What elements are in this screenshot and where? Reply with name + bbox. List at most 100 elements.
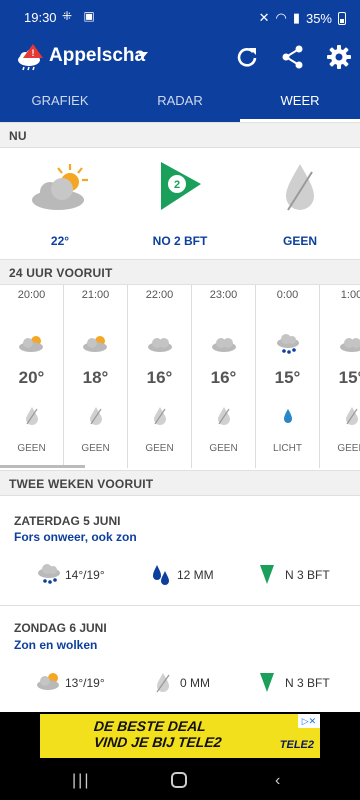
hour-precipitation: LICHT [273, 443, 302, 454]
current-weather: 22° 2 NO 2 BFT GEEN [0, 148, 360, 258]
day-summary-row: 14°/19° 12 MM N 3 BFT [0, 563, 360, 587]
status-bar: 19:30 ⁜ ▣ ✕ ◠ ▮ 35% [0, 0, 360, 36]
rain-drop-icon [284, 409, 292, 423]
hour-precipitation: GEEN [337, 443, 360, 454]
hour-precipitation: GEEN [17, 443, 46, 454]
hour-temperature: 16° [146, 368, 173, 387]
section-two-weeks-header: TWEE WEKEN VOORUIT [0, 470, 360, 496]
tab-radar[interactable]: RADAR [120, 80, 240, 122]
hour-temperature: 18° [82, 368, 109, 387]
day-name: ZONDAG 6 JUNI [14, 621, 107, 635]
wind-force-value: 2 [174, 179, 180, 191]
refresh-icon[interactable] [234, 44, 260, 70]
hour-precipitation: GEEN [145, 443, 174, 454]
day-precipitation: 0 MM [180, 676, 210, 690]
wind-direction-icon [260, 673, 274, 692]
section-title: 24 UUR VOORUIT [9, 266, 113, 280]
hourly-item: 20:00 20° GEEN [0, 285, 64, 468]
hourly-item: 22:00 16° GEEN [128, 285, 192, 468]
ad-headline-2: VIND JE BIJ TELE2 [93, 734, 223, 750]
chevron-down-icon[interactable] [138, 52, 148, 58]
app-bar: ! Appelscha [0, 36, 360, 80]
hourly-item: 21:00 18° GEEN [64, 285, 128, 468]
current-wind-block: 2 NO 2 BFT [120, 148, 240, 258]
ad-headline-1: DE BESTE DEAL [93, 718, 207, 734]
signal-icon: ▮ [292, 10, 300, 25]
settings-gear-icon[interactable] [326, 44, 352, 70]
day-name: ZATERDAG 5 JUNI [14, 514, 121, 528]
partly-cloudy-icon [83, 336, 107, 352]
day-forecast-item[interactable]: ZATERDAG 5 JUNI Fors onweer, ook zon 14°… [0, 497, 360, 605]
hour-time: 21:00 [81, 289, 110, 301]
section-hourly-header: 24 UUR VOORUIT [0, 259, 360, 285]
home-icon[interactable] [170, 771, 188, 789]
hour-temperature: 15° [274, 368, 301, 387]
hourly-item: 0:00 15° LICHT [256, 285, 320, 468]
svg-text:!: ! [32, 48, 35, 58]
wind-direction-icon: 2 [161, 162, 201, 210]
section-title: NU [9, 129, 27, 143]
day-description: Fors onweer, ook zon [14, 530, 137, 544]
battery-percent: 35% [305, 10, 332, 26]
ad-banner-container: DE BESTE DEAL VIND JE BIJ TELE2 TELE2 ▷✕ [0, 712, 360, 762]
back-icon[interactable]: ‹ [275, 772, 280, 790]
battery-icon [338, 11, 346, 25]
day-description: Zon en wolken [14, 638, 98, 652]
share-icon[interactable] [280, 44, 306, 70]
rain-cloud-icon [38, 564, 60, 584]
partly-cloudy-icon [19, 336, 43, 352]
day-wind: N 3 BFT [285, 568, 330, 582]
hour-precipitation: GEEN [81, 443, 110, 454]
ad-close-icon[interactable]: ▷✕ [298, 714, 320, 728]
hour-time: 1:00 [340, 289, 360, 301]
cloudy-icon [340, 338, 360, 352]
hour-temperature: 20° [18, 368, 45, 387]
current-precip-block: GEEN [240, 148, 360, 258]
section-title: TWEE WEKEN VOORUIT [9, 477, 154, 491]
weather-warning-icon: ! [18, 44, 43, 71]
rain-cloud-icon [277, 334, 299, 354]
system-nav-bar: ||| ‹ [0, 762, 360, 800]
recent-apps-icon[interactable]: ||| [72, 772, 90, 790]
no-rain-drop-icon [218, 407, 230, 425]
ad-banner[interactable]: DE BESTE DEAL VIND JE BIJ TELE2 TELE2 ▷✕ [40, 714, 320, 758]
day-temperature-range: 14°/19° [65, 568, 105, 582]
day-summary-row: 13°/19° 0 MM N 3 BFT [0, 671, 360, 695]
day-temperature-range: 13°/19° [65, 676, 105, 690]
no-rain-drop-icon [154, 407, 166, 425]
cloudy-icon [148, 338, 172, 352]
heavy-rain-icon [153, 565, 169, 585]
current-wind: NO 2 BFT [152, 234, 208, 248]
ad-brand: TELE2 [279, 739, 314, 751]
status-time: 19:30 [24, 10, 57, 25]
section-now-header: NU [0, 122, 360, 148]
no-rain-drop-icon [286, 164, 314, 211]
partly-cloudy-icon [37, 673, 59, 690]
hour-temperature: 16° [210, 368, 237, 387]
day-precipitation: 12 MM [177, 568, 214, 582]
cloudy-icon [212, 338, 236, 352]
tab-grafiek[interactable]: GRAFIEK [0, 80, 120, 122]
no-rain-drop-icon [90, 407, 102, 425]
hour-temperature: 15° [338, 368, 360, 387]
hourly-item: 1:00 15° GEEN [320, 285, 360, 468]
day-forecast-item[interactable]: ZONDAG 6 JUNI Zon en wolken 13°/19° 0 MM… [0, 606, 360, 711]
no-rain-drop-icon [156, 673, 170, 693]
hour-time: 20:00 [17, 289, 46, 301]
day-wind: N 3 BFT [285, 676, 330, 690]
hour-time: 22:00 [145, 289, 174, 301]
current-temperature: 22° [50, 234, 70, 248]
tab-bar: GRAFIEK RADAR WEER [0, 80, 360, 122]
hour-time: 0:00 [276, 289, 299, 301]
current-temperature-block: 22° [0, 148, 120, 258]
status-right: ✕ ◠ ▮ 35% [259, 10, 346, 26]
no-rain-drop-icon [346, 407, 358, 425]
partly-cloudy-icon [32, 164, 88, 210]
horizontal-scroll-indicator[interactable] [0, 465, 85, 468]
tab-weer[interactable]: WEER [240, 80, 360, 122]
notification-icons: ⁜ ▣ [62, 9, 99, 23]
hour-precipitation: GEEN [209, 443, 238, 454]
mute-icon: ✕ [258, 10, 270, 25]
location-title[interactable]: Appelscha [49, 45, 145, 67]
hourly-forecast[interactable]: 20:00 20° GEEN 21:00 18° GEEN 22:00 16° … [0, 285, 360, 468]
